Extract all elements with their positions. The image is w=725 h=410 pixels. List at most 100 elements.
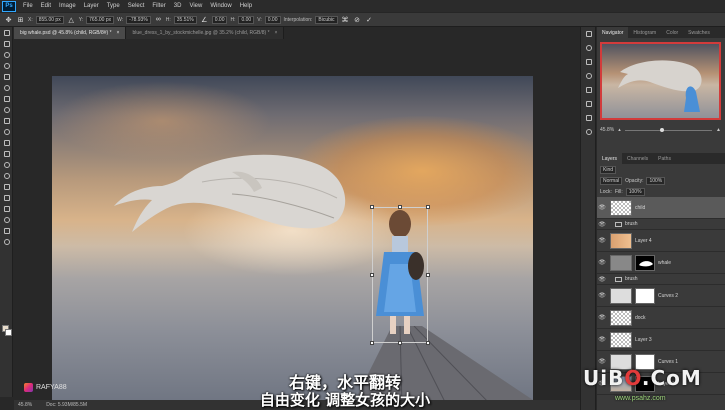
brush-tool-icon[interactable] (0, 104, 13, 115)
x-field[interactable]: 855.00 px (35, 15, 64, 24)
layer-group-brush[interactable]: 👁 brush (597, 219, 725, 230)
tab-channels[interactable]: Channels (622, 153, 653, 164)
layer-row-curves-2[interactable]: 👁 Curves 2 (597, 285, 725, 307)
link-icon[interactable]: ∞ (154, 15, 163, 24)
blend-mode-select[interactable]: Normal (600, 176, 623, 185)
history-panel-icon[interactable] (581, 27, 597, 41)
transform-handle[interactable] (370, 205, 374, 209)
eye-icon[interactable]: 👁 (597, 237, 607, 244)
transform-handle[interactable] (426, 205, 430, 209)
tab-histogram[interactable]: Histogram (628, 27, 661, 38)
eye-icon[interactable]: 👁 (597, 336, 607, 343)
type-tool-icon[interactable] (0, 192, 13, 203)
tab-navigator[interactable]: Navigator (597, 27, 629, 38)
close-icon[interactable]: × (275, 30, 278, 36)
actions-panel-icon[interactable] (581, 41, 597, 55)
healing-brush-tool-icon[interactable] (0, 93, 13, 104)
navigator-view-box[interactable] (600, 42, 721, 120)
navigator-zoom-value[interactable]: 45.8% (600, 127, 614, 133)
reference-point-icon[interactable]: ⊞ (16, 15, 25, 24)
delta-icon[interactable]: △ (67, 15, 76, 24)
interpolation-select[interactable]: Bicubic (315, 15, 338, 24)
properties-panel-icon[interactable] (581, 55, 597, 69)
move-tool-icon[interactable] (0, 27, 13, 38)
status-zoom[interactable]: 45.8% (18, 402, 32, 408)
layer-row-whale[interactable]: 👁 whale (597, 252, 725, 274)
info-panel-icon[interactable] (581, 125, 597, 139)
menu-image[interactable]: Image (55, 3, 80, 9)
layer-row-layer-4[interactable]: 👁 Layer 4 (597, 230, 725, 252)
pen-tool-icon[interactable] (0, 181, 13, 192)
transform-handle[interactable] (398, 205, 402, 209)
zoom-tool-icon[interactable] (0, 236, 13, 247)
menu-3d[interactable]: 3D (170, 3, 186, 9)
clone-stamp-tool-icon[interactable] (0, 115, 13, 126)
gradient-tool-icon[interactable] (0, 148, 13, 159)
eye-icon[interactable]: 👁 (597, 221, 607, 228)
opacity-field[interactable]: 100% (646, 176, 666, 185)
eraser-tool-icon[interactable] (0, 137, 13, 148)
tab-paths[interactable]: Paths (653, 153, 676, 164)
menu-edit[interactable]: Edit (37, 3, 55, 9)
menu-help[interactable]: Help (236, 3, 256, 9)
adjustments-panel-icon[interactable] (581, 69, 597, 83)
menu-select[interactable]: Select (124, 3, 149, 9)
layer-mask-thumbnail[interactable] (635, 254, 655, 271)
transform-handle[interactable] (370, 341, 374, 345)
canvas-area[interactable] (14, 39, 580, 403)
eyedropper-tool-icon[interactable] (0, 82, 13, 93)
h-skew-field[interactable]: 0.00 (238, 15, 255, 24)
paragraph-panel-icon[interactable] (581, 111, 597, 125)
lasso-tool-icon[interactable] (0, 49, 13, 60)
eye-icon[interactable]: 👁 (597, 314, 607, 321)
height-field[interactable]: 35.51% (173, 15, 197, 24)
menu-view[interactable]: View (185, 3, 206, 9)
character-panel-icon[interactable] (581, 97, 597, 111)
cancel-transform-icon[interactable]: ⊘ (353, 15, 362, 24)
zoom-out-icon[interactable]: ▴ (618, 127, 621, 133)
path-selection-tool-icon[interactable] (0, 203, 13, 214)
dodge-tool-icon[interactable] (0, 170, 13, 181)
layer-group-brush[interactable]: 👁 brush (597, 274, 725, 285)
menu-type[interactable]: Type (103, 3, 124, 9)
quick-select-tool-icon[interactable] (0, 60, 13, 71)
layer-row-child[interactable]: 👁 child (597, 197, 725, 219)
fill-field[interactable]: 100% (625, 187, 645, 196)
navigator-zoom-slider[interactable] (624, 127, 713, 132)
move-tool-preset-icon[interactable]: ✥ (4, 15, 13, 24)
angle-field[interactable]: 0.00 (211, 15, 228, 24)
transform-handle[interactable] (370, 273, 374, 277)
brush-panel-icon[interactable] (581, 83, 597, 97)
tab-color[interactable]: Color (661, 27, 683, 38)
transform-bounding-box[interactable] (370, 205, 430, 345)
zoom-in-icon[interactable]: ▲ (716, 127, 721, 133)
transform-handle[interactable] (426, 273, 430, 277)
menu-layer[interactable]: Layer (80, 3, 103, 9)
marquee-tool-icon[interactable] (0, 38, 13, 49)
eye-icon[interactable]: 👁 (597, 276, 607, 283)
layer-row-layer-3[interactable]: 👁 Layer 3 (597, 329, 725, 351)
tab-swatches[interactable]: Swatches (683, 27, 715, 38)
transform-handle[interactable] (426, 341, 430, 345)
slider-knob[interactable] (659, 127, 664, 132)
crop-tool-icon[interactable] (0, 71, 13, 82)
layer-mask-thumbnail[interactable] (635, 287, 655, 304)
close-icon[interactable]: × (117, 30, 120, 36)
background-color-swatch[interactable] (5, 329, 12, 336)
tab-layers[interactable]: Layers (597, 153, 623, 164)
history-brush-tool-icon[interactable] (0, 126, 13, 137)
eye-icon[interactable]: 👁 (597, 259, 607, 266)
eye-icon[interactable]: 👁 (597, 292, 607, 299)
y-field[interactable]: 765.00 px (86, 15, 115, 24)
document-canvas[interactable] (52, 76, 533, 403)
menu-window[interactable]: Window (206, 3, 235, 9)
layer-row-dock[interactable]: 👁 dock (597, 307, 725, 329)
eye-icon[interactable]: 👁 (597, 358, 607, 365)
doc-tab-big-whale[interactable]: big whale.psd @ 45.8% (child, RGB/8#) * … (14, 27, 127, 39)
commit-transform-icon[interactable]: ✓ (365, 15, 374, 24)
doc-tab-blue-dress[interactable]: blue_dress_1_by_stockmichelle.jpg @ 35.2… (126, 27, 285, 39)
menu-filter[interactable]: Filter (148, 3, 169, 9)
v-skew-field[interactable]: 0.00 (264, 15, 281, 24)
hand-tool-icon[interactable] (0, 225, 13, 236)
menu-file[interactable]: File (19, 3, 37, 9)
